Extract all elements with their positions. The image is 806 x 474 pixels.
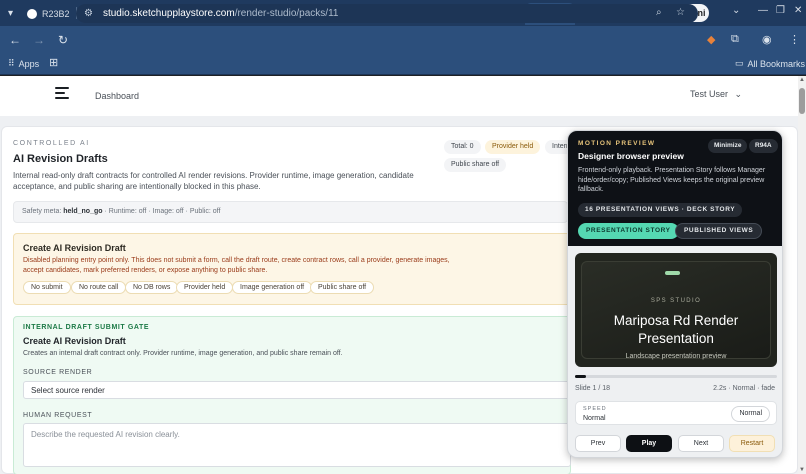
- section-title: AI Revision Drafts: [13, 153, 108, 165]
- bookmark-star-icon[interactable]: ☆: [676, 7, 685, 18]
- browser-tab[interactable]: R23B2I: [21, 3, 76, 25]
- provider-held-badge: Provider held: [485, 140, 541, 154]
- section-eyebrow: CONTROLLED AI: [13, 140, 90, 147]
- motion-preview-description: Frontend-only playback. Presentation Sto…: [578, 167, 766, 193]
- tab-published-views[interactable]: PUBLISHED VIEWS: [675, 223, 763, 239]
- close-window-icon[interactable]: ✕: [794, 5, 802, 16]
- submit-gate-description: Creates an internal draft contract only.…: [23, 350, 343, 357]
- folder-icon: ▭: [735, 58, 744, 68]
- slide-caption: Landscape presentation preview: [625, 353, 727, 360]
- nav-dashboard-link[interactable]: Dashboard: [95, 91, 139, 101]
- safety-meta-value: held_no_go: [63, 208, 103, 215]
- chip-no-db-rows: No DB rows: [125, 281, 179, 294]
- motion-preview-panel: MOTION PREVIEW Designer browser preview …: [567, 130, 783, 458]
- extension-icon[interactable]: ◆: [707, 33, 715, 46]
- create-draft-title: Create AI Revision Draft: [23, 243, 126, 253]
- browser-toolbar: ← → ↻: [0, 26, 806, 53]
- slide-studio-label: SPS STUDIO: [650, 298, 702, 304]
- total-badge: Total: 0: [444, 140, 481, 154]
- restart-button[interactable]: Restart: [729, 435, 775, 452]
- source-render-label: SOURCE RENDER: [23, 369, 93, 376]
- tab-list-icon[interactable]: ⌄: [732, 5, 740, 16]
- forward-icon[interactable]: →: [28, 33, 50, 47]
- safety-meta-label: Safety meta:: [22, 208, 62, 215]
- page-scrollbar[interactable]: ▲ ▼: [798, 76, 806, 474]
- presentation-count-badge: 16 PRESENTATION VIEWS · DECK STORY: [578, 203, 743, 217]
- slide-counter: Slide 1 / 18: [575, 385, 611, 392]
- motion-preview-header: MOTION PREVIEW Designer browser preview …: [568, 131, 782, 246]
- chevron-down-icon: ⌄: [734, 89, 743, 99]
- motion-preview-title: Designer browser preview: [578, 151, 684, 161]
- safety-meta: Safety meta: held_no_go · Runtime: off ·…: [13, 201, 568, 223]
- browser-menu-icon[interactable]: ⋮: [789, 33, 800, 46]
- all-bookmarks-label: All Bookmarks: [747, 58, 806, 69]
- slide-preview: SPS STUDIO Mariposa Rd Render Presentati…: [575, 253, 777, 367]
- tab-favicon-icon: [27, 9, 38, 19]
- user-menu[interactable]: Test User ⌄: [690, 89, 742, 100]
- chip-public-share-off: Public share off: [310, 281, 375, 294]
- minimize-window-icon[interactable]: —: [758, 5, 768, 16]
- app-header: Dashboard Test User ⌄: [0, 76, 798, 116]
- playback-progress-fill: [575, 375, 587, 378]
- build-code-badge: R94A: [749, 139, 778, 153]
- chip-image-generation-off: Image generation off: [232, 281, 313, 294]
- speed-control: SPEED Normal Normal: [575, 401, 777, 425]
- slide-title-line-1: Mariposa Rd Render: [613, 313, 739, 328]
- create-draft-notice: Create AI Revision Draft Disabled planni…: [13, 233, 571, 305]
- submit-gate-title: Create AI Revision Draft: [23, 336, 126, 346]
- submit-gate-eyebrow: INTERNAL DRAFT SUBMIT GATE: [23, 324, 150, 331]
- zoom-search-icon[interactable]: ⌕: [656, 7, 662, 18]
- speed-value: Normal: [583, 415, 606, 422]
- all-bookmarks-button[interactable]: ▭ All Bookmarks: [735, 58, 805, 69]
- slide-title-line-2: Presentation: [638, 331, 714, 346]
- playback-progress-bar[interactable]: [575, 375, 777, 378]
- motion-preview-eyebrow: MOTION PREVIEW: [578, 140, 656, 147]
- next-button[interactable]: Next: [678, 435, 724, 452]
- back-icon[interactable]: ←: [4, 33, 26, 47]
- apps-label: Apps: [18, 58, 40, 69]
- slide-accent-bar: [665, 271, 680, 275]
- url-host: studio.sketchupplaystore.com: [102, 8, 235, 19]
- create-draft-description: Disabled planning entry point only. This…: [23, 257, 450, 274]
- play-button[interactable]: Play: [626, 435, 672, 452]
- tab-search-icon[interactable]: ▾: [8, 8, 13, 19]
- tab-presentation-story[interactable]: PRESENTATION STORY: [578, 223, 679, 239]
- public-share-off-badge: Public share off: [444, 158, 507, 172]
- human-request-label: HUMAN REQUEST: [23, 412, 93, 419]
- reload-icon[interactable]: ↻: [52, 33, 74, 47]
- scrollbar-thumb[interactable]: [799, 88, 805, 114]
- address-bar[interactable]: ⚙ studio.sketchupplaystore.com/render-st…: [76, 4, 698, 23]
- tab-groups-icon[interactable]: ⊞: [49, 56, 58, 69]
- apps-grid-icon: ⠿: [8, 58, 15, 68]
- scroll-up-icon[interactable]: ▲: [799, 77, 805, 83]
- extensions-puzzle-icon[interactable]: ⧉: [731, 33, 739, 46]
- tab-label: R23B2I: [42, 9, 71, 19]
- slide-title: Mariposa Rd Render Presentation: [575, 312, 777, 348]
- chip-provider-held: Provider held: [176, 281, 234, 294]
- user-name: Test User: [690, 89, 729, 99]
- human-request-textarea[interactable]: Describe the requested AI revision clear…: [23, 423, 571, 467]
- apps-bookmark[interactable]: ⠿ Apps: [8, 58, 39, 69]
- scroll-down-icon[interactable]: ▼: [799, 467, 805, 473]
- prev-button[interactable]: Prev: [575, 435, 621, 452]
- draft-submit-gate: INTERNAL DRAFT SUBMIT GATE Create AI Rev…: [13, 316, 571, 474]
- restore-window-icon[interactable]: ❐: [776, 5, 785, 16]
- app-logo-icon[interactable]: [55, 87, 69, 101]
- speed-select[interactable]: Normal: [731, 406, 770, 422]
- minimize-button[interactable]: Minimize: [708, 139, 748, 153]
- slide-timing: 2.2s · Normal · fade: [713, 385, 775, 392]
- speed-label: SPEED: [583, 406, 607, 412]
- profile-avatar-icon[interactable]: ◉: [762, 33, 772, 46]
- url-path: /render-studio/packs/11: [234, 8, 339, 19]
- bookmarks-bar: ⠿ Apps ⊞ ▭ All Bookmarks: [0, 53, 806, 75]
- source-render-select[interactable]: Select source render: [23, 381, 571, 399]
- section-description: Internal read-only draft contracts for c…: [13, 171, 414, 191]
- chip-no-route-call: No route call: [71, 281, 127, 294]
- safety-meta-details: · Runtime: off · Image: off · Public: of…: [104, 208, 221, 215]
- site-info-icon[interactable]: ⚙: [84, 8, 93, 19]
- chip-no-submit: No submit: [23, 281, 71, 294]
